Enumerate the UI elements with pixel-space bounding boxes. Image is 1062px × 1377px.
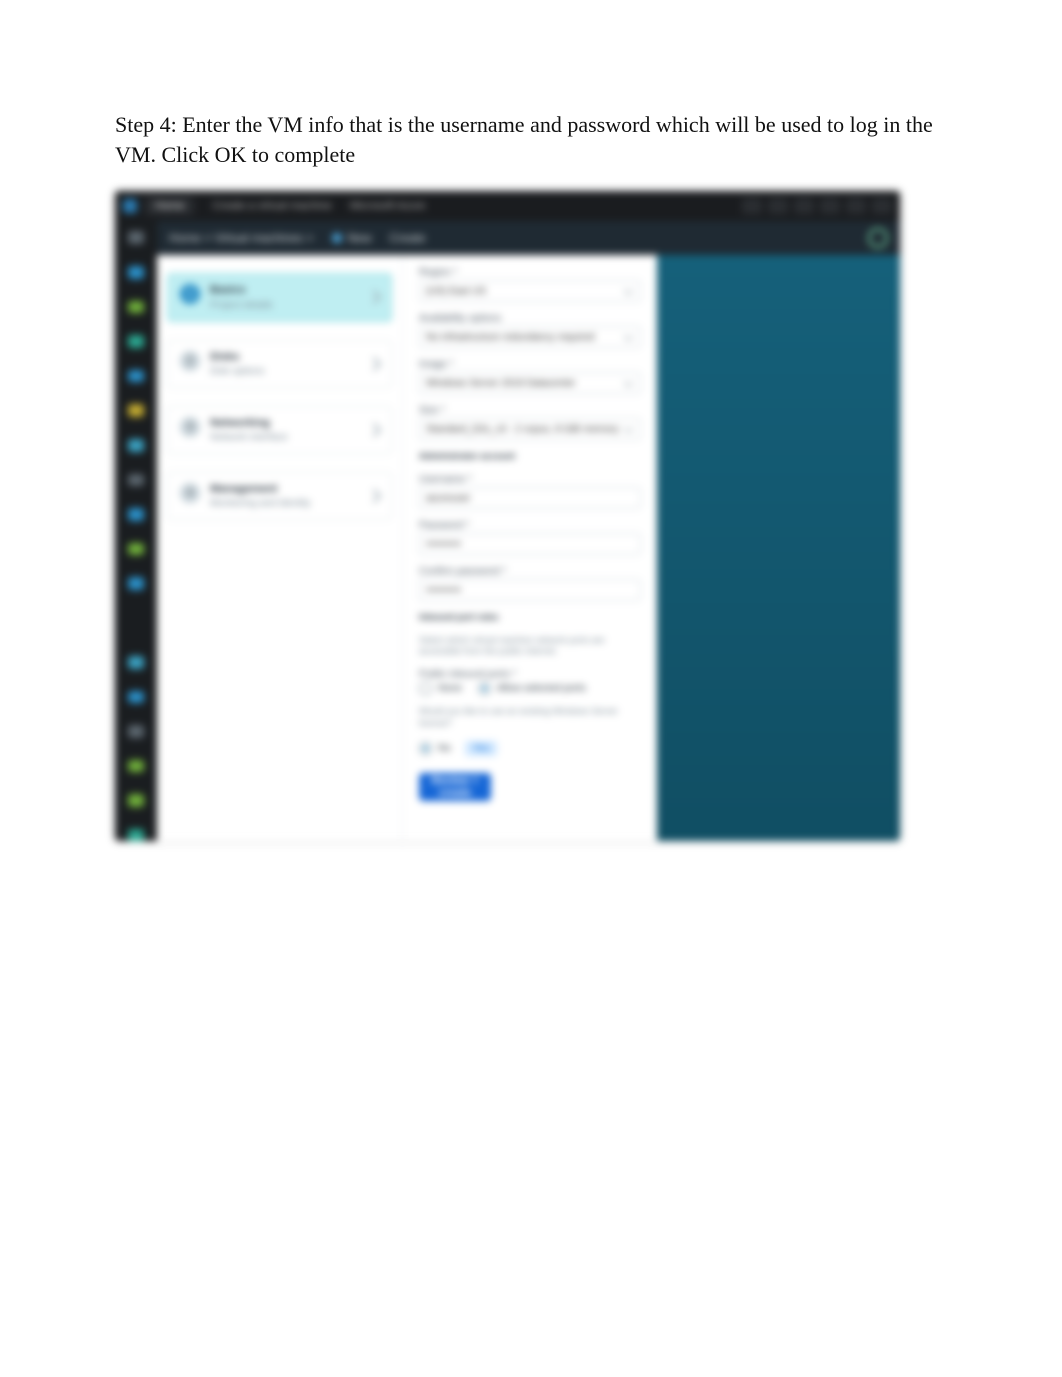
inbound-hint: Select which virtual machine network por… bbox=[419, 635, 641, 658]
field-region: Region * (US) East US bbox=[419, 267, 641, 302]
vm-icon[interactable] bbox=[128, 439, 144, 452]
username-input[interactable] bbox=[419, 487, 641, 509]
field-password: Password * bbox=[419, 520, 641, 555]
radio-none[interactable] bbox=[419, 682, 432, 695]
step-title: Basics bbox=[210, 284, 359, 297]
title-tab[interactable]: Home bbox=[145, 197, 194, 215]
sql-icon[interactable] bbox=[128, 577, 144, 590]
title-path: Create a virtual machine bbox=[212, 200, 331, 212]
breadcrumb-text: Home > Virtual machines > bbox=[169, 231, 314, 245]
breadcrumb-bar: Home > Virtual machines > New Create bbox=[157, 221, 900, 255]
availability-label: Availability options bbox=[419, 313, 641, 324]
size-dropdown[interactable]: Standard_D2s_v3 - 2 vcpus, 8 GiB memory bbox=[419, 418, 641, 440]
region-label: Region * bbox=[419, 267, 641, 278]
size-label: Size * bbox=[419, 405, 641, 416]
field-confirm-password: Confirm password * bbox=[419, 566, 641, 601]
search-icon[interactable] bbox=[868, 228, 888, 248]
instruction-text: Step 4: Enter the VM info that is the us… bbox=[115, 110, 947, 169]
close-icon[interactable] bbox=[794, 198, 814, 214]
preview-panel bbox=[657, 255, 900, 841]
radio-allow[interactable] bbox=[478, 682, 491, 695]
breadcrumb-pill-2[interactable]: Create bbox=[390, 231, 426, 245]
step-title: Disks bbox=[210, 351, 359, 364]
main-panel: 1 Basics Project details 2 Disks Disk op… bbox=[157, 255, 657, 841]
security-icon[interactable] bbox=[128, 794, 144, 807]
password-input[interactable] bbox=[419, 533, 641, 555]
step-number-icon: 2 bbox=[180, 351, 200, 371]
field-license: No Yes bbox=[419, 741, 641, 756]
sidebar-rail bbox=[115, 221, 157, 841]
field-inbound-ports: Public inbound ports * None Allow select… bbox=[419, 669, 641, 695]
license-yes-link[interactable]: Yes bbox=[465, 741, 497, 756]
step-title: Management bbox=[210, 483, 359, 496]
confirm-label: Confirm password * bbox=[419, 566, 641, 577]
resources-icon[interactable] bbox=[128, 370, 144, 383]
home-icon[interactable] bbox=[128, 266, 144, 279]
step-subtitle: Monitoring and identity bbox=[210, 498, 359, 509]
network-icon[interactable] bbox=[128, 508, 144, 521]
password-label: Password * bbox=[419, 520, 641, 531]
title-extra: Microsoft Azure bbox=[350, 200, 426, 212]
confirm-input[interactable] bbox=[419, 579, 641, 601]
wizard-step-management[interactable]: 4 Management Monitoring and identity bbox=[167, 472, 392, 520]
field-image: Image * Windows Server 2019 Datacenter bbox=[419, 359, 641, 394]
help-icon[interactable] bbox=[128, 656, 144, 669]
step-subtitle: Network interface bbox=[210, 432, 359, 443]
step-number-icon: 1 bbox=[180, 284, 200, 304]
app-icon bbox=[123, 199, 137, 213]
minimize-icon[interactable] bbox=[742, 198, 762, 214]
support-icon[interactable] bbox=[128, 829, 144, 841]
form-panel: Region * (US) East US Availability optio… bbox=[402, 255, 657, 841]
field-username: Username * bbox=[419, 474, 641, 509]
win-btn-4[interactable] bbox=[820, 198, 840, 214]
license-hint: Would you like to use an existing Window… bbox=[419, 706, 641, 729]
admin-header: Administrator account bbox=[419, 451, 641, 463]
maximize-icon[interactable] bbox=[768, 198, 788, 214]
monitor-icon[interactable] bbox=[128, 543, 144, 556]
image-dropdown[interactable]: Windows Server 2019 Datacenter bbox=[419, 372, 641, 394]
win-btn-6[interactable] bbox=[872, 198, 892, 214]
radio-license-no[interactable] bbox=[419, 742, 432, 755]
advisor-icon[interactable] bbox=[128, 760, 144, 773]
region-dropdown[interactable]: (US) East US bbox=[419, 280, 641, 302]
step-number-icon: 4 bbox=[180, 483, 200, 503]
image-label: Image * bbox=[419, 359, 641, 370]
field-size: Size * Standard_D2s_v3 - 2 vcpus, 8 GiB … bbox=[419, 405, 641, 440]
step-subtitle: Disk options bbox=[210, 366, 359, 377]
ports-label: Public inbound ports * bbox=[419, 669, 641, 680]
field-availability: Availability options No infrastructure r… bbox=[419, 313, 641, 348]
inbound-header: Inbound port rules bbox=[419, 612, 641, 624]
wizard-step-disks[interactable]: 2 Disks Disk options bbox=[167, 340, 392, 388]
win-btn-5[interactable] bbox=[846, 198, 866, 214]
services-icon[interactable] bbox=[128, 335, 144, 348]
dashboard-icon[interactable] bbox=[128, 301, 144, 314]
chevron-right-icon bbox=[367, 357, 381, 371]
screenshot-container: Home Create a virtual machine Microsoft … bbox=[115, 191, 900, 841]
wizard-steps: 1 Basics Project details 2 Disks Disk op… bbox=[157, 255, 402, 841]
menu-icon[interactable] bbox=[128, 231, 144, 244]
chevron-right-icon bbox=[367, 489, 381, 503]
step-subtitle: Project details bbox=[210, 300, 359, 311]
ports-allow-label: Allow selected ports bbox=[497, 683, 586, 694]
step-title: Networking bbox=[210, 417, 359, 430]
username-label: Username * bbox=[419, 474, 641, 485]
storage-icon[interactable] bbox=[128, 474, 144, 487]
breadcrumb-trail[interactable]: Home > Virtual machines > bbox=[169, 231, 314, 245]
wizard-step-basics[interactable]: 1 Basics Project details bbox=[167, 273, 392, 321]
dot-icon bbox=[332, 233, 342, 243]
review-create-button[interactable]: Review + create bbox=[419, 773, 491, 801]
step-number-icon: 3 bbox=[180, 417, 200, 437]
favorites-icon[interactable] bbox=[128, 404, 144, 417]
settings-icon[interactable] bbox=[128, 691, 144, 704]
license-no-label: No bbox=[438, 743, 451, 754]
ports-none-label: None bbox=[438, 683, 462, 694]
chevron-right-icon bbox=[367, 423, 381, 437]
window-titlebar: Home Create a virtual machine Microsoft … bbox=[115, 191, 900, 221]
breadcrumb-pill-1[interactable]: New bbox=[332, 231, 372, 245]
cost-icon[interactable] bbox=[128, 725, 144, 738]
wizard-step-networking[interactable]: 3 Networking Network interface bbox=[167, 406, 392, 454]
availability-dropdown[interactable]: No infrastructure redundancy required bbox=[419, 326, 641, 348]
chevron-right-icon bbox=[367, 290, 381, 304]
